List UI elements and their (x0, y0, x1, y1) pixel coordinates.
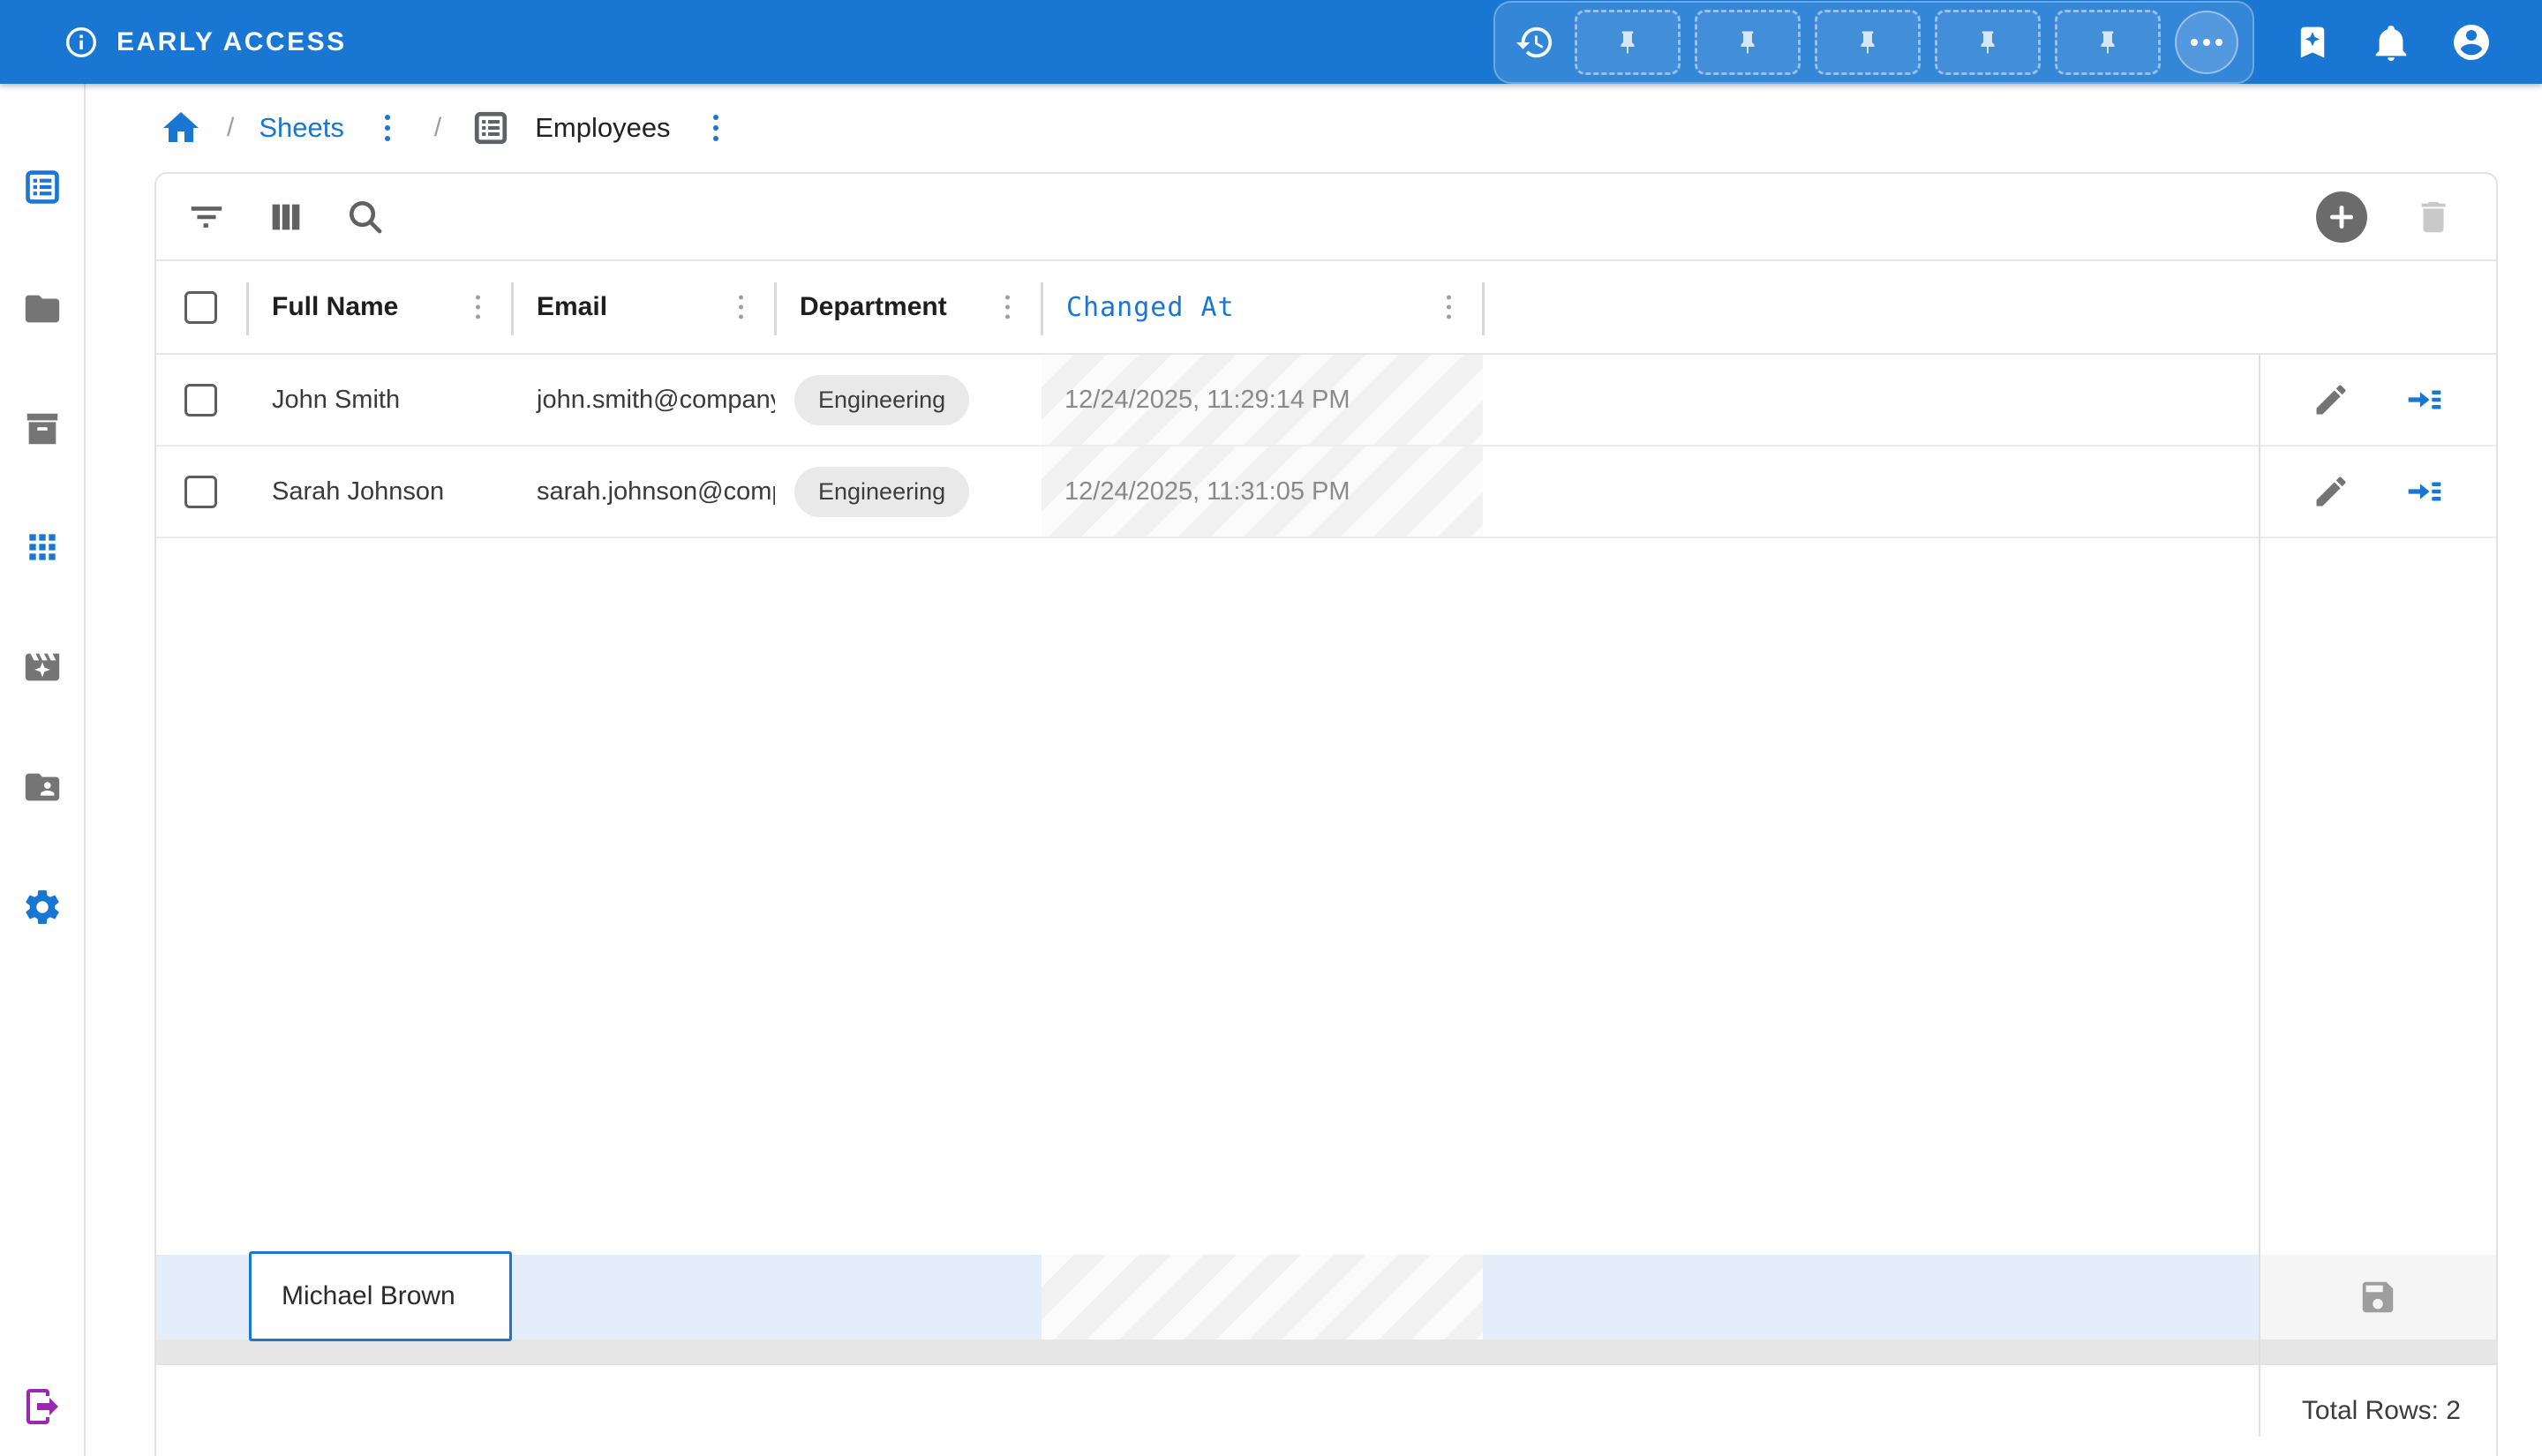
pinned-tab-slot-3[interactable] (1815, 10, 1921, 75)
pinned-tab-slot-2[interactable] (1695, 10, 1801, 75)
home-icon[interactable] (160, 107, 202, 149)
sheets-kebab-menu-icon[interactable] (381, 111, 394, 145)
early-access-label: EARLY ACCESS (117, 27, 347, 57)
sidebar-item-folders[interactable] (22, 289, 63, 329)
sheet-list-icon (471, 109, 510, 147)
column-header-department[interactable]: Department (775, 261, 1042, 353)
expand-row-button[interactable] (2405, 472, 2444, 511)
trash-icon[interactable] (2413, 197, 2454, 237)
cell-changed-at: 12/24/2025, 11:29:14 PM (1042, 386, 1350, 415)
department-chip[interactable]: Engineering (794, 467, 969, 517)
sidebar-item-shared[interactable] (22, 767, 63, 807)
sidebar-item-media[interactable] (22, 647, 63, 687)
department-chip[interactable]: Engineering (794, 375, 969, 425)
grid-body: John Smith john.smith@company. Engineeri… (156, 355, 2496, 1363)
archive-box-icon (22, 409, 63, 449)
top-app-bar: EARLY ACCESS (0, 0, 2542, 84)
breadcrumb-separator: / (227, 113, 234, 143)
apps-grid-icon (23, 528, 62, 567)
grid-footer: Total Rows: 2 (156, 1363, 2496, 1456)
account-circle-icon[interactable] (2450, 21, 2493, 64)
folder-account-icon (22, 767, 63, 807)
pinned-tab-slot-5[interactable] (2055, 10, 2161, 75)
cell-email[interactable]: sarah.johnson@compa (512, 477, 775, 507)
new-row[interactable]: Michael Brown (156, 1255, 2496, 1340)
cell-email[interactable]: john.smith@company. (512, 386, 775, 415)
breadcrumb: / Sheets / Employees (86, 84, 2542, 172)
column-header-email[interactable]: Email (512, 261, 775, 353)
column-menu-icon[interactable] (472, 292, 484, 323)
new-row-full-name-input[interactable]: Michael Brown (249, 1251, 512, 1341)
bell-icon[interactable] (2371, 22, 2411, 63)
horizontal-scrollbar[interactable] (156, 1340, 2496, 1363)
table-row[interactable]: John Smith john.smith@company. Engineeri… (156, 355, 2496, 447)
sidebar-item-settings[interactable] (22, 887, 63, 927)
table-row[interactable]: Sarah Johnson sarah.johnson@compa Engine… (156, 447, 2496, 538)
gear-icon (22, 887, 63, 927)
row-checkbox[interactable] (184, 476, 217, 508)
edit-row-button[interactable] (2312, 472, 2350, 511)
early-access-badge: EARLY ACCESS (64, 25, 347, 60)
column-menu-icon[interactable] (1443, 292, 1455, 323)
pinned-tab-slot-1[interactable] (1575, 10, 1681, 75)
actions-column-divider (2259, 355, 2260, 1437)
info-circle-icon (64, 25, 99, 60)
breadcrumb-current-table: Employees (535, 112, 670, 144)
sidebar-item-sheets[interactable] (22, 167, 63, 207)
cell-full-name[interactable]: Sarah Johnson (247, 477, 444, 507)
pinned-tabs-container (1493, 1, 2254, 84)
filter-icon[interactable] (186, 197, 227, 237)
breadcrumb-link-sheets[interactable]: Sheets (259, 112, 344, 144)
sidebar-item-apps[interactable] (22, 527, 63, 567)
cell-full-name[interactable]: John Smith (247, 386, 400, 415)
sheet-list-icon (22, 167, 63, 207)
actions-header (2259, 261, 2496, 353)
movie-filter-icon (22, 647, 63, 687)
total-rows-label: Total Rows: 2 (2302, 1396, 2461, 1426)
folder-icon (22, 289, 63, 329)
breadcrumb-separator: / (434, 113, 441, 143)
column-header-full-name[interactable]: Full Name (247, 261, 512, 353)
sidebar-item-archive[interactable] (22, 409, 63, 449)
cell-changed-at: 12/24/2025, 11:31:05 PM (1042, 477, 1350, 507)
grid-empty-area (156, 538, 2496, 1255)
grid-header-row: Full Name Email Department Changed At (156, 259, 2496, 355)
ellipsis-icon[interactable] (2175, 11, 2238, 74)
column-menu-icon[interactable] (735, 292, 747, 323)
save-row-button[interactable] (2358, 1277, 2398, 1317)
column-menu-icon[interactable] (1002, 292, 1013, 323)
table-kebab-menu-icon[interactable] (710, 111, 722, 145)
expand-row-button[interactable] (2405, 380, 2444, 419)
history-icon[interactable] (1515, 22, 1555, 63)
bookmark-star-icon[interactable] (2293, 23, 2332, 62)
edit-row-button[interactable] (2312, 380, 2350, 419)
row-checkbox[interactable] (184, 384, 217, 417)
grid-toolbar (156, 174, 2496, 259)
data-grid-card: Full Name Email Department Changed At Jo… (154, 172, 2498, 1456)
search-icon[interactable] (345, 197, 386, 237)
add-row-button[interactable] (2316, 191, 2367, 243)
column-header-changed-at[interactable]: Changed At (1042, 261, 1483, 353)
columns-icon[interactable] (266, 197, 306, 237)
pinned-tab-slot-4[interactable] (1935, 10, 2041, 75)
left-sidebar (0, 84, 86, 1456)
logout-icon (21, 1385, 64, 1428)
select-all-checkbox[interactable] (184, 291, 217, 324)
sidebar-item-logout[interactable] (22, 1386, 63, 1427)
